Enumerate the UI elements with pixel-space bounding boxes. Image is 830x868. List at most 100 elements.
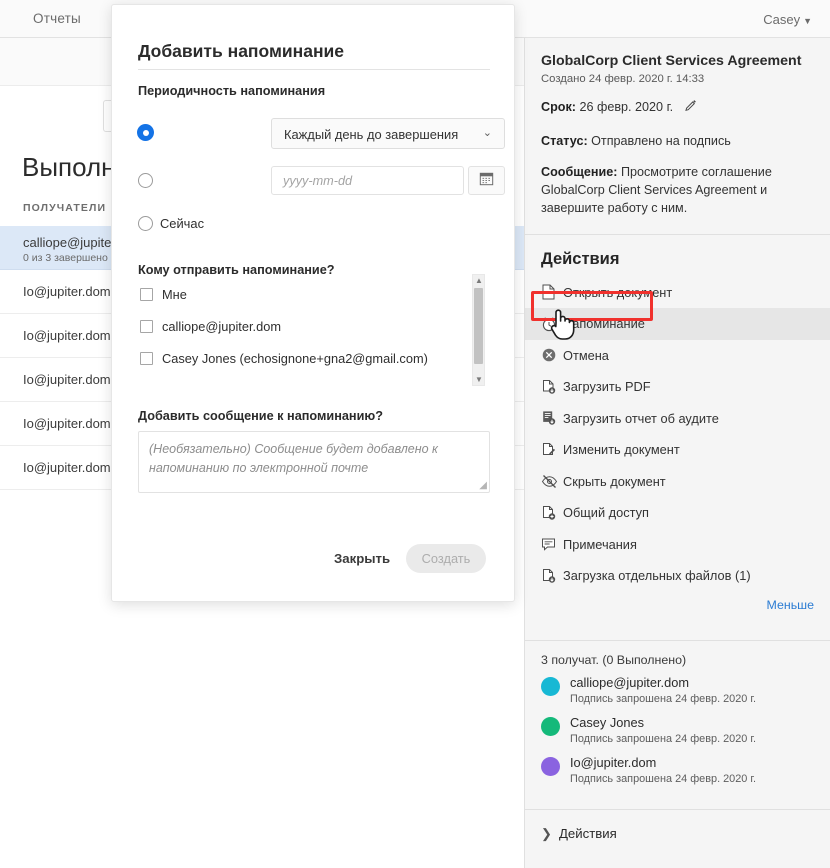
- row-recipient: Io@jupiter.dom: [23, 328, 111, 343]
- action-share[interactable]: Общий доступ: [525, 497, 830, 529]
- app-root: ⌄ Выполня ПОЛУЧАТЕЛИ calliope@jupiter 0 …: [0, 0, 830, 868]
- avatar: [541, 676, 560, 696]
- collapse-actions-section[interactable]: ❯ Действия: [525, 810, 830, 842]
- recipients-summary: 3 получат. (0 Выполнено): [541, 652, 687, 667]
- recipients-scrollbar[interactable]: ▲ ▼: [472, 274, 485, 386]
- status-row: Статус: Отправлено на подпись: [541, 132, 814, 150]
- user-menu-label: Casey: [763, 12, 801, 27]
- notes-icon: [541, 537, 563, 552]
- calendar-icon: [479, 171, 494, 191]
- list-item[interactable]: Casey Jones Подпись запрошена 24 февр. 2…: [525, 715, 830, 755]
- action-label: Общий доступ: [563, 505, 649, 521]
- create-button: Создать: [406, 544, 486, 573]
- recipient-name: Casey Jones: [570, 714, 644, 730]
- chevron-right-icon: ❯: [541, 825, 552, 841]
- status-badge: Отправлено на подпись: [591, 133, 731, 148]
- download-files-icon: [541, 568, 563, 584]
- message-label: Сообщение:: [541, 164, 618, 179]
- tab-reports[interactable]: Отчеты: [33, 11, 81, 26]
- checkbox-label: Мне: [162, 287, 187, 302]
- action-label: Изменить документ: [563, 442, 680, 458]
- edit-document-icon: [541, 442, 563, 458]
- document-created: Создано 24 февр. 2020 г. 14:33: [541, 73, 705, 86]
- checkbox-recipient-casey[interactable]: [140, 352, 153, 365]
- calendar-picker-button[interactable]: [468, 166, 505, 195]
- action-open-document[interactable]: Открыть документ: [525, 277, 830, 309]
- action-hide-document[interactable]: Скрыть документ: [525, 466, 830, 498]
- action-cancel[interactable]: Отмена: [525, 340, 830, 372]
- share-icon: [541, 505, 563, 521]
- chevron-down-icon: ▼: [803, 16, 812, 26]
- row-recipient: Io@jupiter.dom: [23, 372, 111, 387]
- due-date-label: Срок:: [541, 100, 576, 115]
- document-icon: [541, 284, 563, 300]
- chevron-down-icon: ⌄: [482, 127, 492, 139]
- date-placeholder: yyyy-mm-dd: [283, 174, 353, 188]
- action-label: Загрузка отдельных файлов (1): [563, 568, 751, 584]
- close-button[interactable]: Закрыть: [334, 551, 390, 566]
- scroll-down-icon[interactable]: ▼: [475, 375, 483, 384]
- column-header-recipients: ПОЛУЧАТЕЛИ: [23, 202, 107, 214]
- modal-divider: [138, 69, 490, 70]
- recipient-name: Io@jupiter.dom: [570, 754, 657, 770]
- action-download-individual-files[interactable]: Загрузка отдельных файлов (1): [525, 560, 830, 592]
- avatar: [541, 756, 560, 776]
- checkbox-label: calliope@jupiter.dom: [162, 319, 281, 334]
- reminder-date-input[interactable]: yyyy-mm-dd: [271, 166, 464, 195]
- resize-grip-icon[interactable]: ◢: [479, 480, 487, 491]
- download-pdf-icon: [541, 379, 563, 395]
- action-label: Напоминание: [563, 316, 645, 332]
- hide-eye-icon: [541, 473, 563, 489]
- collapse-label: Действия: [559, 826, 617, 842]
- action-download-pdf[interactable]: Загрузить PDF: [525, 371, 830, 403]
- checkbox-recipient-me[interactable]: [140, 288, 153, 301]
- recipient-status: Подпись запрошена 24 февр. 2020 г.: [570, 732, 757, 745]
- radio-frequency-date[interactable]: [138, 173, 153, 188]
- action-modify-document[interactable]: Изменить документ: [525, 434, 830, 466]
- scrollbar-thumb[interactable]: [474, 288, 483, 364]
- download-audit-icon: [541, 410, 563, 426]
- list-item[interactable]: calliope@jupiter.dom Подпись запрошена 2…: [525, 675, 830, 715]
- frequency-select-value: Каждый день до завершения: [284, 127, 459, 142]
- message-row: Сообщение: Просмотрите соглашение Global…: [541, 163, 814, 218]
- due-date-row: Срок: 26 февр. 2020 г.: [541, 98, 814, 118]
- frequency-select[interactable]: Каждый день до завершения ⌄: [271, 118, 505, 149]
- document-summary: GlobalCorp Client Services Agreement Соз…: [525, 38, 830, 218]
- status-label: Статус:: [541, 133, 588, 148]
- pencil-edit-icon[interactable]: [684, 99, 698, 118]
- list-item[interactable]: Io@jupiter.dom Подпись запрошена 24 февр…: [525, 755, 830, 795]
- avatar: [541, 716, 560, 736]
- row-recipient: Io@jupiter.dom: [23, 460, 111, 475]
- less-link[interactable]: Меньше: [767, 598, 814, 612]
- radio-now-label: Сейчас: [160, 216, 205, 231]
- action-label: Отмена: [563, 347, 609, 363]
- radio-frequency-now[interactable]: [138, 216, 153, 231]
- less-link-wrap: Меньше: [525, 592, 830, 624]
- message-question: Добавить сообщение к напоминанию?: [138, 409, 383, 423]
- action-download-audit-report[interactable]: Загрузить отчет об аудите: [525, 403, 830, 435]
- modal-title: Добавить напоминание: [138, 41, 345, 61]
- document-title: GlobalCorp Client Services Agreement: [541, 53, 802, 69]
- user-menu[interactable]: Casey ▼: [763, 12, 812, 27]
- recipient-status: Подпись запрошена 24 февр. 2020 г.: [570, 772, 757, 785]
- add-reminder-modal: Добавить напоминание Периодичность напом…: [111, 4, 515, 602]
- frequency-label: Периодичность напоминания: [138, 84, 326, 98]
- action-label: Скрыть документ: [563, 473, 666, 489]
- action-reminder[interactable]: Напоминание: [525, 308, 830, 340]
- scroll-up-icon[interactable]: ▲: [475, 276, 483, 285]
- recipient-status: Подпись запрошена 24 февр. 2020 г.: [570, 692, 757, 705]
- action-label: Загрузить PDF: [563, 379, 651, 395]
- row-recipient: calliope@jupiter: [23, 235, 116, 250]
- action-label: Загрузить отчет об аудите: [563, 410, 719, 426]
- row-progress: 0 из 3 завершено: [23, 252, 108, 264]
- checkbox-recipient-calliope[interactable]: [140, 320, 153, 333]
- recipients-question: Кому отправить напоминание?: [138, 263, 335, 277]
- checkbox-label: Casey Jones (echosignone+gna2@gmail.com): [162, 351, 428, 366]
- right-sidebar: GlobalCorp Client Services Agreement Соз…: [524, 38, 830, 868]
- action-notes[interactable]: Примечания: [525, 529, 830, 561]
- reminder-message-textarea[interactable]: (Необязательно) Сообщение будет добавлен…: [138, 431, 490, 493]
- cancel-icon: [541, 347, 563, 363]
- radio-frequency-daily[interactable]: [138, 125, 153, 140]
- recipient-name: calliope@jupiter.dom: [570, 674, 689, 690]
- actions-heading: Действия: [541, 249, 620, 268]
